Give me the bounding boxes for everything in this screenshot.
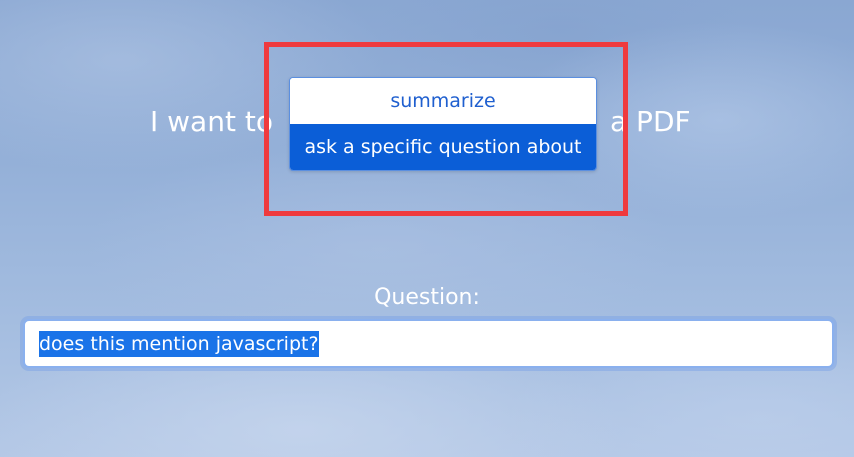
question-label: Question: [374, 285, 480, 310]
question-input-value: does this mention javascript? [39, 330, 319, 357]
action-dropdown[interactable]: summarize ask a specific question about [289, 77, 597, 171]
dropdown-option-ask-question[interactable]: ask a specific question about [290, 124, 596, 170]
dropdown-option-summarize[interactable]: summarize [290, 78, 596, 124]
question-input[interactable]: does this mention javascript? [23, 319, 834, 368]
headline-prefix: I want to [150, 105, 273, 138]
headline-suffix: a PDF [610, 105, 691, 138]
